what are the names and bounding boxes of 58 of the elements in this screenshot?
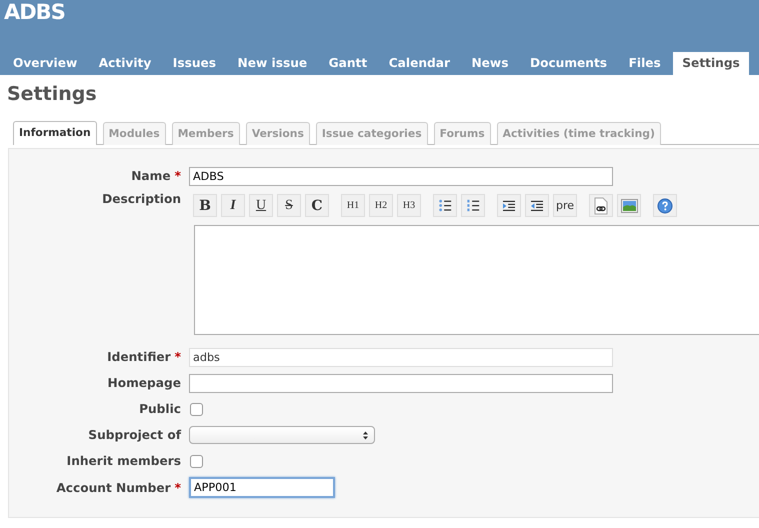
nav-tab[interactable]: Documents [520, 53, 616, 75]
field-label: Public [139, 402, 181, 416]
link-icon [593, 196, 609, 214]
field-label: Description [102, 192, 181, 206]
project-title: ADBS [4, 0, 65, 24]
nav-tab[interactable]: Settings [673, 52, 749, 75]
heading-button[interactable]: H1 [341, 194, 365, 217]
heading-button[interactable]: H3 [397, 194, 421, 217]
bold-button[interactable]: B [193, 194, 217, 217]
numbered-list-icon [466, 199, 480, 212]
required-mark: * [174, 480, 181, 494]
nav-tab[interactable]: Issues [164, 53, 226, 75]
nav-tab[interactable]: Overview [4, 53, 86, 75]
subtab[interactable]: Issue categories [316, 122, 428, 145]
nav-tab[interactable]: Activity [90, 53, 160, 75]
updown-arrows-icon [363, 430, 368, 440]
field-label: Identifier [107, 350, 171, 364]
outdent-button[interactable] [525, 194, 549, 217]
field-label: Subproject of [88, 428, 181, 442]
text-field[interactable]: APP001 [189, 477, 335, 498]
nav-tab[interactable]: Gantt [320, 53, 376, 75]
checkbox[interactable] [190, 454, 203, 468]
field-label: Account Number [56, 480, 171, 494]
code-button[interactable]: C [305, 194, 329, 217]
page-title: Settings [7, 83, 98, 105]
pre-button[interactable]: pre [553, 194, 577, 217]
nav-tab[interactable]: New issue [228, 53, 316, 75]
field-label: Name [131, 169, 171, 183]
nav-tab[interactable]: News [462, 53, 518, 75]
bullets-button[interactable] [433, 194, 457, 217]
field-label: Inherit members [66, 454, 181, 468]
text-field[interactable]: ADBS [189, 166, 613, 186]
help-button[interactable] [653, 194, 677, 217]
text-field[interactable] [189, 374, 613, 392]
heading-button[interactable]: H2 [369, 194, 393, 217]
subtab[interactable]: Versions [246, 122, 310, 145]
strike-button[interactable]: S [277, 194, 301, 217]
numbers-button[interactable] [461, 194, 485, 217]
underline-button[interactable]: U [249, 194, 273, 217]
italic-button[interactable]: I [221, 194, 245, 217]
required-mark: * [174, 169, 181, 183]
subtab[interactable]: Information [13, 121, 97, 145]
nav-tab[interactable]: Files [620, 53, 670, 75]
field-label: Homepage [108, 376, 181, 390]
subtab[interactable]: Forums [434, 122, 491, 145]
nav-tab[interactable]: Calendar [380, 53, 459, 75]
help-icon [657, 198, 673, 214]
outdent-icon [530, 200, 544, 212]
required-mark: * [174, 350, 181, 364]
checkbox[interactable] [190, 402, 203, 416]
indent-button[interactable] [497, 194, 521, 217]
link-button[interactable] [589, 194, 613, 217]
bullet-list-icon [438, 199, 452, 212]
image-icon [620, 198, 638, 212]
subtab[interactable]: Modules [102, 122, 166, 145]
subtab[interactable]: Members [172, 122, 240, 145]
subtab[interactable]: Activities (time tracking) [496, 122, 661, 145]
indent-icon [502, 200, 516, 212]
